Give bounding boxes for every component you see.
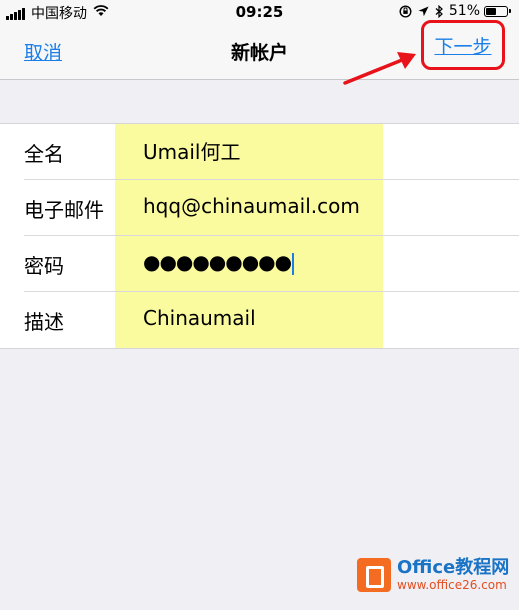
password-field[interactable]: ●●●●●●●●●: [143, 250, 378, 275]
form-row-name: 全名: [0, 124, 519, 180]
battery-percent: 51%: [448, 3, 480, 19]
location-icon: [418, 6, 429, 17]
form-row-description: 描述: [0, 292, 519, 348]
watermark: Office教程网 www.office26.com: [357, 558, 509, 592]
password-dots: ●●●●●●●●●: [143, 250, 292, 274]
name-label: 全名: [24, 142, 64, 166]
watermark-url: www.office26.com: [397, 578, 507, 592]
description-field[interactable]: [143, 306, 378, 330]
email-field[interactable]: [143, 194, 378, 218]
form-row-password: 密码 ●●●●●●●●●: [0, 236, 519, 292]
form-row-email: 电子邮件: [0, 180, 519, 236]
name-field[interactable]: [143, 138, 378, 162]
next-button-label[interactable]: 下一步: [434, 32, 491, 59]
annotation-arrow-icon: [343, 52, 416, 85]
bluetooth-icon: [435, 4, 443, 18]
description-label: 描述: [24, 310, 64, 334]
orientation-lock-icon: [399, 4, 412, 18]
password-label: 密码: [24, 254, 64, 278]
battery-icon: [484, 5, 508, 17]
watermark-title: Office教程网: [397, 557, 510, 578]
battery-fill: [486, 7, 497, 15]
battery-tip: [509, 9, 511, 13]
office-logo-icon: [357, 558, 391, 592]
account-form: 全名 电子邮件 密码 ●●●●●●●●● 描述: [0, 123, 519, 349]
next-button[interactable]: 下一步: [421, 20, 505, 70]
status-bar-right: 51%: [393, 3, 511, 19]
navigation-bar: 取消 新帐户 下一步: [0, 20, 519, 80]
watermark-text: Office教程网 www.office26.com: [397, 557, 510, 593]
text-cursor: [292, 252, 295, 275]
email-label: 电子邮件: [24, 198, 104, 222]
